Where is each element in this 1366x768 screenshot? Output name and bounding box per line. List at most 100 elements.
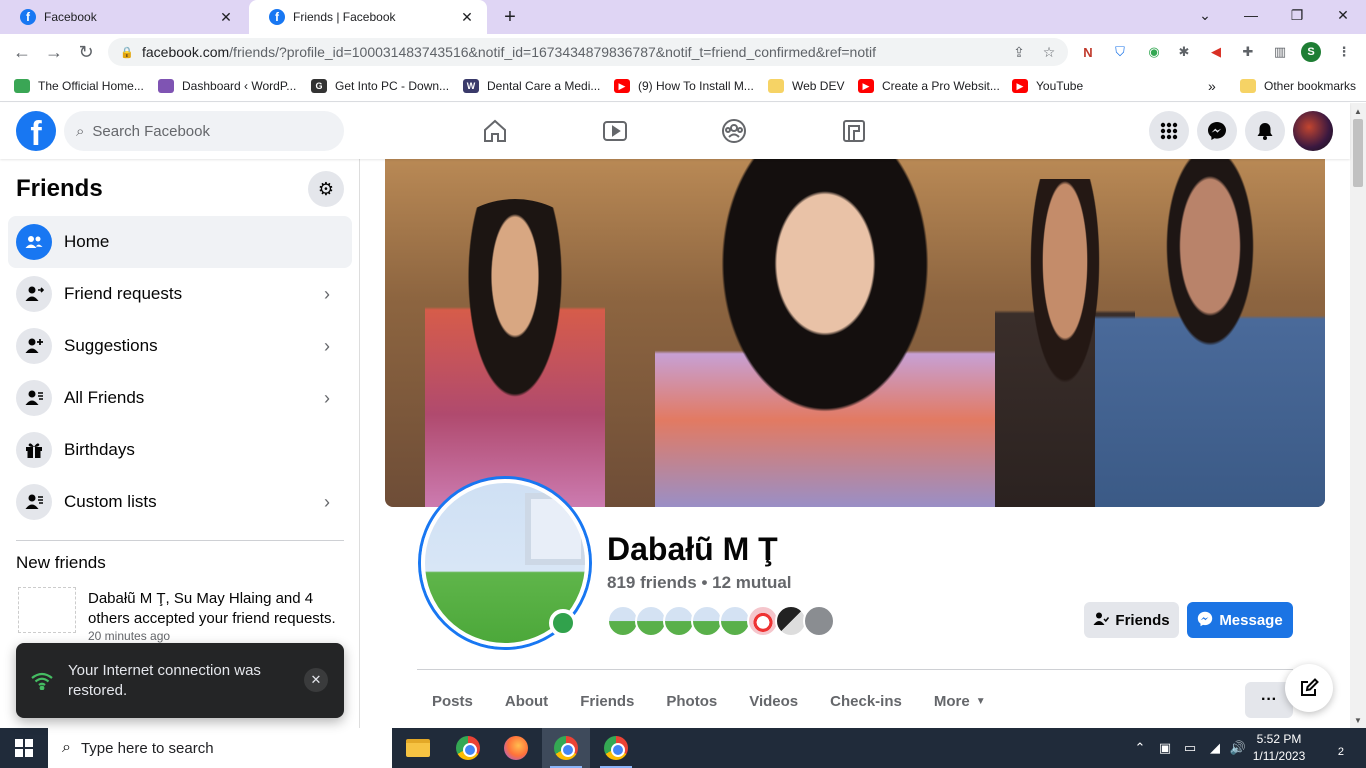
new-tab-button[interactable]: + <box>498 5 522 29</box>
scroll-down-icon[interactable]: ▼ <box>1350 712 1366 728</box>
sidebar-item-custom-lists[interactable]: Custom lists › <box>8 476 352 528</box>
extension-n-icon[interactable]: N <box>1078 42 1098 62</box>
chrome-icon[interactable] <box>444 728 492 768</box>
account-avatar[interactable] <box>1293 111 1333 151</box>
friends-count[interactable]: 819 friends • 12 mutual <box>607 573 792 593</box>
extension-megaphone-icon[interactable]: ◀ <box>1206 42 1226 62</box>
sidebar-item-label: All Friends <box>64 388 145 407</box>
caret-down-icon: ▼ <box>975 695 986 707</box>
close-icon[interactable]: ✕ <box>304 668 328 692</box>
sidebar-item-home[interactable]: Home <box>8 216 352 268</box>
tab-more[interactable]: More ▼ <box>918 681 1002 721</box>
start-button[interactable] <box>0 728 48 768</box>
sidebar-item-suggestions[interactable]: Suggestions › <box>8 320 352 372</box>
url-text[interactable]: facebook.com/friends/?profile_id=1000314… <box>142 44 1008 60</box>
reload-icon[interactable]: ↻ <box>74 40 98 64</box>
bookmark-label: The Official Home... <box>38 79 144 93</box>
taskbar-clock[interactable]: 5:52 PM 1/11/2023 <box>1250 731 1308 765</box>
chevron-right-icon: › <box>324 387 330 408</box>
sidebar-item-friend-requests[interactable]: Friend requests › <box>8 268 352 320</box>
restore-button[interactable]: ❐ <box>1274 0 1320 30</box>
extension-shield-icon[interactable]: ⛉ <box>1110 42 1130 62</box>
side-panel-icon[interactable]: ▥ <box>1270 42 1290 62</box>
settings-gear-icon[interactable]: ⚙ <box>308 171 344 207</box>
file-explorer-icon[interactable] <box>394 728 442 768</box>
taskbar-search-box[interactable]: ⌕ Type here to search <box>48 728 392 768</box>
bookmark-item[interactable]: The Official Home... <box>14 76 144 96</box>
action-center-icon[interactable]: 2 <box>1322 738 1344 758</box>
close-window-button[interactable]: ✕ <box>1320 0 1366 30</box>
firefox-icon[interactable] <box>492 728 540 768</box>
bookmark-item[interactable]: G Get Into PC - Down... <box>311 76 449 96</box>
profile-name: Dabałũ M Ţ <box>607 531 778 567</box>
forward-icon[interactable]: → <box>42 40 66 64</box>
volume-icon[interactable]: 🔊 <box>1228 728 1248 768</box>
close-tab-icon[interactable]: ✕ <box>459 9 475 25</box>
bookmark-item[interactable]: ▶ (9) How To Install M... <box>614 76 754 96</box>
groups-nav-icon[interactable] <box>718 115 750 147</box>
message-button[interactable]: Message <box>1187 602 1293 638</box>
menu-kebab-icon[interactable]: ⋮ <box>1334 42 1354 62</box>
bookmark-star-icon[interactable]: ☆ <box>1038 44 1060 61</box>
show-hidden-icons-icon[interactable]: ⌃ <box>1130 728 1150 768</box>
meet-now-icon[interactable]: ▣ <box>1155 728 1175 768</box>
address-bar[interactable]: 🔒 facebook.com/friends/?profile_id=10003… <box>108 38 1068 66</box>
sidebar-item-all-friends[interactable]: All Friends › <box>8 372 352 424</box>
scroll-up-icon[interactable]: ▲ <box>1350 103 1366 119</box>
friend-list-icon <box>16 380 52 416</box>
tab-check-ins[interactable]: Check-ins <box>814 681 918 721</box>
notifications-bell-icon[interactable] <box>1245 111 1285 151</box>
bookmark-item[interactable]: Dashboard ‹ WordP... <box>158 76 296 96</box>
bookmark-label: Other bookmarks <box>1264 79 1357 93</box>
battery-icon[interactable]: ▭ <box>1180 728 1200 768</box>
tab-friends[interactable]: Friends <box>564 681 650 721</box>
other-bookmarks-folder[interactable]: Other bookmarks <box>1240 76 1356 96</box>
share-icon[interactable]: ⇪ <box>1008 44 1030 61</box>
extension-bug-icon[interactable]: ✱ <box>1174 42 1194 62</box>
facebook-logo-icon[interactable]: f <box>16 111 56 151</box>
bookmark-item[interactable]: ▶ Create a Pro Websit... <box>858 76 1000 96</box>
friends-button[interactable]: Friends <box>1084 602 1179 638</box>
new-message-compose-icon[interactable] <box>1285 664 1333 712</box>
menu-grid-icon[interactable] <box>1149 111 1189 151</box>
tab-posts[interactable]: Posts <box>417 681 489 721</box>
chrome-profile-icon[interactable] <box>542 728 590 768</box>
page-scrollbar[interactable]: ▲ ▼ <box>1350 103 1366 728</box>
minimize-button[interactable]: — <box>1228 0 1274 30</box>
browser-tab-friends[interactable]: f Friends | Facebook ✕ <box>249 0 487 34</box>
tab-search-icon[interactable]: ⌄ <box>1182 0 1228 30</box>
new-friends-notification[interactable]: Dabałũ M Ţ, Su May Hlaing and 4 others a… <box>16 587 346 647</box>
new-friends-heading: New friends <box>16 553 106 572</box>
cover-photo[interactable] <box>385 159 1325 507</box>
bookmark-label: Dashboard ‹ WordP... <box>182 79 297 93</box>
bookmark-folder[interactable]: Web DEV <box>768 76 844 96</box>
scrollbar-thumb[interactable] <box>1353 119 1363 187</box>
home-nav-icon[interactable] <box>479 115 511 147</box>
browser-tab-facebook[interactable]: f Facebook ✕ <box>0 0 246 34</box>
watch-nav-icon[interactable] <box>599 115 631 147</box>
network-icon[interactable]: ◢ <box>1205 728 1225 768</box>
tab-videos[interactable]: Videos <box>733 681 814 721</box>
mutual-friend-avatar[interactable] <box>803 605 835 637</box>
facebook-search-box[interactable]: ⌕ <box>64 111 344 151</box>
bookmark-item[interactable]: ▶ YouTube <box>1012 76 1083 96</box>
bookmark-item[interactable]: W Dental Care a Medi... <box>463 76 600 96</box>
profile-avatar-icon[interactable]: S <box>1301 42 1321 62</box>
connection-restored-toast: Your Internet connection was restored. ✕ <box>16 643 344 718</box>
notification-time: 20 minutes ago <box>88 629 171 643</box>
close-tab-icon[interactable]: ✕ <box>218 9 234 25</box>
extension-on-icon[interactable]: ◉ <box>1144 42 1164 62</box>
profile-divider <box>417 669 1293 670</box>
chrome-profile-icon[interactable] <box>592 728 640 768</box>
sidebar-item-birthdays[interactable]: Birthdays <box>8 424 352 476</box>
extensions-puzzle-icon[interactable]: ✚ <box>1238 42 1258 62</box>
back-icon[interactable]: ← <box>10 40 34 64</box>
url-path: /friends/?profile_id=100031483743516&not… <box>229 44 877 60</box>
messenger-icon[interactable] <box>1197 111 1237 151</box>
tab-about[interactable]: About <box>489 681 564 721</box>
tab-photos[interactable]: Photos <box>650 681 733 721</box>
gaming-nav-icon[interactable] <box>838 115 870 147</box>
search-input[interactable] <box>92 122 313 140</box>
sidebar-title: Friends <box>16 175 103 202</box>
bookmarks-overflow-button[interactable]: » <box>1208 76 1216 96</box>
